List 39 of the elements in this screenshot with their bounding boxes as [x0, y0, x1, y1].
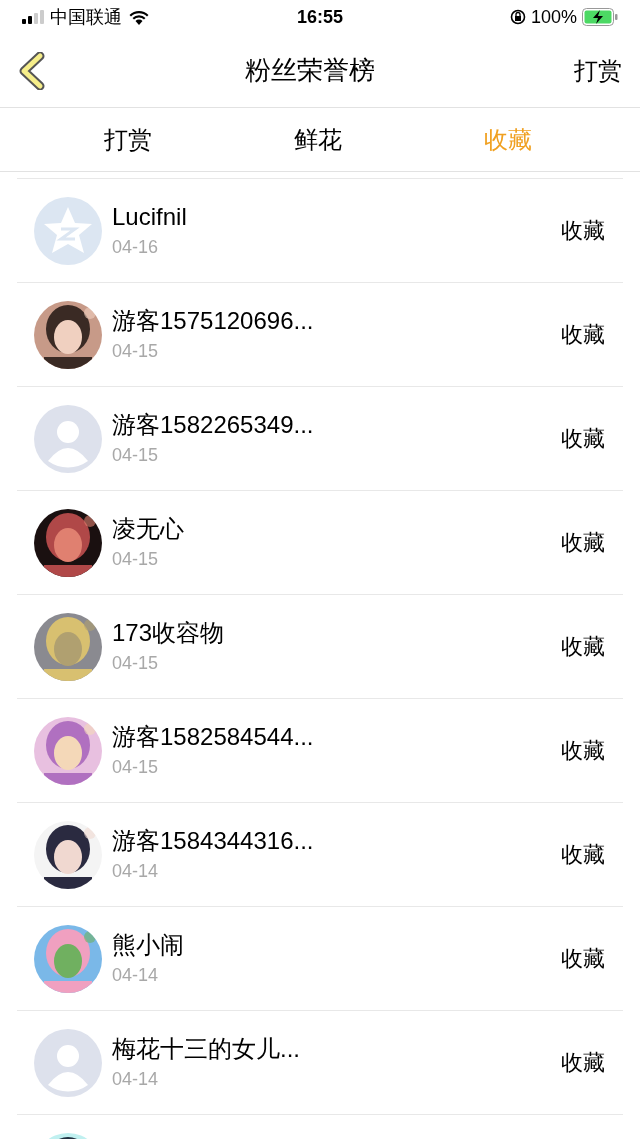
fan-date: 04-14: [112, 1067, 160, 1091]
fan-name: 梅花十三的女儿...: [112, 1033, 301, 1064]
fan-name: Lucifnil: [112, 201, 188, 232]
rotation-lock-icon: [509, 9, 526, 25]
fan-type-label: 收藏: [561, 321, 605, 349]
fan-name: 凌无心: [112, 513, 185, 544]
fan-name: 游客1582584544...: [112, 721, 315, 752]
fan-type-label: 收藏: [561, 737, 605, 765]
carrier-name: 中国联通: [50, 5, 122, 29]
fan-type-label: 收藏: [561, 529, 605, 557]
signal-icon: [22, 10, 44, 24]
fan-name: 游客1584344316...: [112, 825, 315, 856]
fan-date: 04-15: [112, 443, 160, 467]
fan-name: 游客1575120696...: [112, 305, 315, 336]
fan-name: 熊小闹: [112, 929, 185, 960]
battery-charging-icon: [582, 8, 618, 26]
fan-type-label: 收藏: [561, 633, 605, 661]
fan-type-label: 收藏: [561, 425, 605, 453]
fan-date: 04-15: [112, 651, 160, 675]
back-chevron-icon: [18, 51, 46, 90]
page-title: 粉丝荣誉榜: [245, 55, 375, 85]
fan-date: 04-16: [112, 235, 160, 259]
fan-type-label: 收藏: [561, 841, 605, 869]
fan-date: 04-15: [112, 755, 160, 779]
reward-button[interactable]: 打赏: [562, 52, 622, 89]
fan-name: 游客1582265349...: [112, 409, 315, 440]
fan-date: 04-14: [112, 963, 160, 987]
wifi-icon: [128, 9, 150, 25]
fan-date: 04-15: [112, 547, 160, 571]
fan-date: 04-15: [112, 339, 160, 363]
fan-type-label: 收藏: [561, 1049, 605, 1077]
clock-time: 16:55: [296, 6, 343, 27]
battery-percent: 100%: [530, 5, 577, 29]
fan-type-label: 收藏: [561, 217, 605, 245]
tab[interactable]: 打赏: [104, 121, 152, 158]
tab[interactable]: 鲜花: [294, 121, 342, 158]
fan-name: 173收容物: [112, 617, 226, 648]
fan-type-label: 收藏: [561, 945, 605, 973]
fan-date: 04-14: [112, 859, 160, 883]
